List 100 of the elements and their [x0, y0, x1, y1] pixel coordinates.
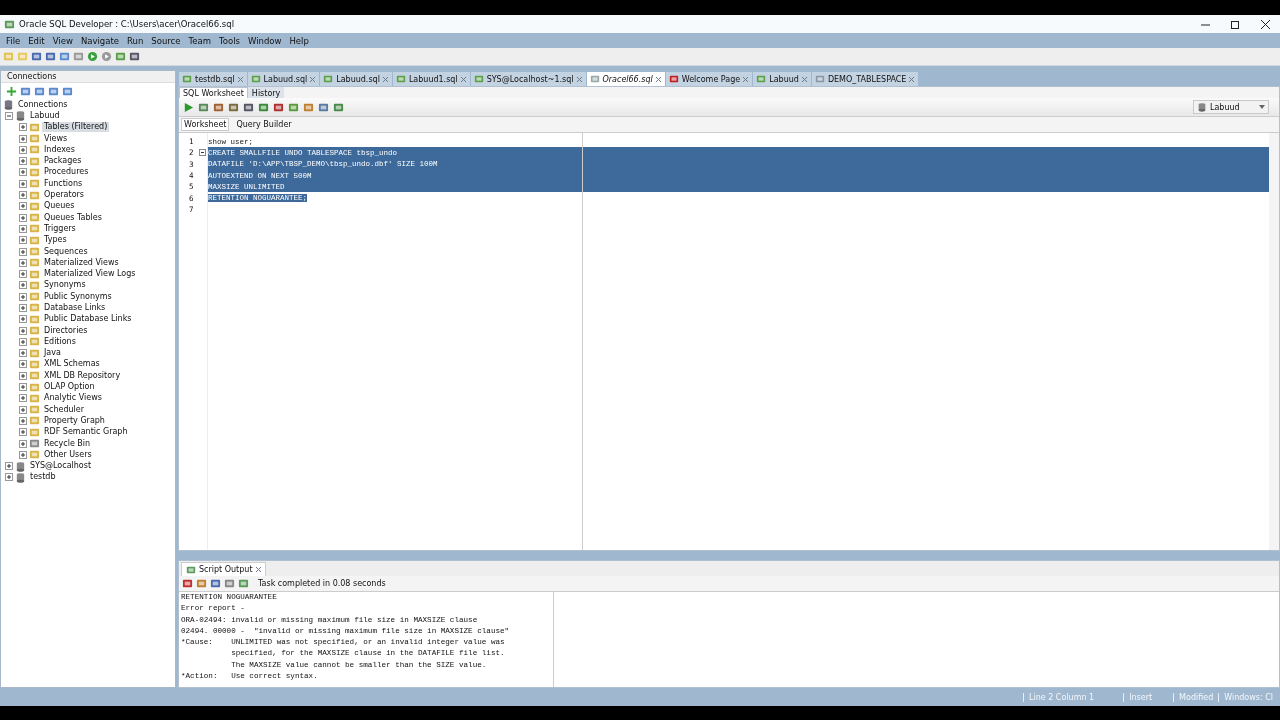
expand-icon[interactable]	[19, 224, 27, 233]
expand-icon[interactable]	[19, 371, 27, 380]
menu-item[interactable]: Navigate	[76, 35, 123, 46]
menu-item[interactable]: Edit	[24, 35, 49, 46]
menu-item[interactable]: Help	[285, 35, 313, 46]
expand-icon[interactable]	[19, 292, 27, 301]
expand-icon[interactable]	[19, 168, 27, 177]
expand-icon[interactable]	[19, 270, 27, 279]
menu-item[interactable]: Run	[123, 35, 148, 46]
tree-item[interactable]: testdb	[28, 472, 58, 483]
menu-item[interactable]: File	[2, 35, 25, 46]
editor-view-tab[interactable]: Worksheet	[181, 118, 230, 131]
expand-icon[interactable]	[19, 281, 27, 290]
expand-icon[interactable]	[19, 157, 27, 166]
expand-icon[interactable]	[19, 315, 27, 324]
collapse-icon[interactable]	[5, 111, 13, 120]
tree-item[interactable]: XML DB Repository	[42, 370, 123, 381]
expand-icon[interactable]	[19, 326, 27, 335]
expand-icon[interactable]	[19, 191, 27, 199]
expand-icon[interactable]	[19, 236, 27, 245]
maximize-icon[interactable]	[1230, 19, 1240, 29]
tree-item[interactable]: Functions	[42, 178, 85, 189]
expand-icon[interactable]	[5, 462, 13, 471]
tree-item[interactable]: Sequences	[42, 246, 90, 257]
expand-icon[interactable]	[19, 258, 27, 267]
tree-item[interactable]: Editions	[42, 336, 78, 347]
tree-item[interactable]: Tables (Filtered)	[42, 122, 110, 133]
tree-item[interactable]: Public Synonyms	[42, 291, 114, 302]
connection-dropdown[interactable]: Labuud	[1193, 100, 1269, 114]
forward-button[interactable]	[87, 51, 98, 62]
menu-item[interactable]: Team	[184, 35, 215, 46]
expand-icon[interactable]	[19, 383, 27, 392]
script-icon	[186, 564, 196, 575]
editor-tab[interactable]: Labuud1.sql	[392, 72, 470, 86]
tree-item[interactable]: Analytic Views	[42, 393, 104, 404]
tree-item[interactable]: Materialized View Logs	[42, 269, 138, 280]
expand-icon[interactable]	[19, 179, 27, 188]
tree-item[interactable]: Database Links	[42, 303, 108, 313]
tree-item[interactable]: Labuud	[28, 110, 62, 121]
tree-item[interactable]: RDF Semantic Graph	[42, 427, 130, 438]
tree-item[interactable]: Views	[42, 133, 70, 144]
tree-item[interactable]: Synonyms	[42, 280, 88, 291]
fold-icon[interactable]	[199, 149, 206, 157]
tree-item[interactable]: XML Schemas	[42, 359, 102, 370]
tree-item[interactable]: Triggers	[42, 223, 78, 234]
output-tab[interactable]: Script Output	[181, 562, 266, 576]
menu-item[interactable]: Tools	[215, 35, 244, 46]
editor-tab[interactable]: testdb.sql	[179, 72, 247, 86]
expand-icon[interactable]	[19, 123, 27, 132]
menu-item[interactable]: View	[48, 35, 77, 46]
add-connection-button[interactable]	[6, 85, 17, 97]
expand-icon[interactable]	[19, 450, 27, 459]
expand-icon[interactable]	[5, 473, 13, 482]
editor-tab[interactable]: DEMO_TABLESPACE	[811, 72, 919, 86]
expand-icon[interactable]	[19, 337, 27, 346]
tree-item[interactable]: Java	[42, 348, 63, 359]
tree-item[interactable]: Queues Tables	[42, 212, 104, 223]
editor-tab[interactable]: Oracel66.sql	[586, 72, 665, 86]
editor-tab[interactable]: Labuud.sql	[247, 72, 320, 86]
editor-tab[interactable]: Labuud	[753, 72, 811, 86]
tree-item[interactable]: OLAP Option	[42, 382, 97, 393]
worksheet-icon	[756, 74, 767, 84]
expand-icon[interactable]	[19, 134, 27, 143]
tree-item[interactable]: Operators	[42, 190, 86, 200]
close-icon[interactable]	[1260, 19, 1270, 29]
tree-item[interactable]: Public Database Links	[42, 314, 134, 325]
editor-tab[interactable]: Welcome Page	[665, 72, 753, 86]
back-button[interactable]	[101, 51, 112, 62]
expand-icon[interactable]	[19, 428, 27, 437]
tree-item[interactable]: Directories	[42, 325, 90, 336]
tree-item[interactable]: Packages	[42, 156, 84, 167]
expand-icon[interactable]	[19, 213, 27, 222]
tree-item[interactable]: Queues	[42, 201, 77, 212]
run-button[interactable]	[183, 101, 194, 113]
tree-item[interactable]: SYS@Localhost	[28, 461, 94, 472]
tree-item[interactable]: Property Graph	[42, 415, 107, 426]
tree-item[interactable]: Materialized Views	[42, 257, 121, 268]
tree-item[interactable]: Scheduler	[42, 404, 87, 415]
expand-icon[interactable]	[19, 405, 27, 414]
editor-tab[interactable]: Labuud.sql	[320, 72, 392, 86]
expand-icon[interactable]	[19, 145, 27, 154]
menu-item[interactable]: Source	[147, 35, 185, 46]
expand-icon[interactable]	[19, 349, 27, 358]
expand-icon[interactable]	[19, 247, 27, 256]
expand-icon[interactable]	[19, 202, 27, 211]
query-builder-tab[interactable]: Query Builder	[233, 118, 295, 131]
menu-item[interactable]: Window	[243, 35, 286, 46]
expand-icon[interactable]	[19, 439, 27, 448]
expand-icon[interactable]	[19, 416, 27, 425]
tree-item[interactable]: Procedures	[42, 167, 91, 178]
expand-icon[interactable]	[19, 394, 27, 403]
history-tab[interactable]: History	[247, 87, 285, 98]
tree-root[interactable]: Connections	[16, 99, 70, 110]
expand-icon[interactable]	[19, 304, 27, 312]
editor-tab[interactable]: SYS@Localhost~1.sql	[470, 72, 586, 86]
expand-icon[interactable]	[19, 360, 27, 369]
tree-item[interactable]: Indexes	[42, 144, 77, 155]
tree-item[interactable]: Recycle Bin	[42, 438, 93, 449]
tree-item[interactable]: Other Users	[42, 449, 94, 460]
tree-item[interactable]: Types	[42, 235, 69, 246]
